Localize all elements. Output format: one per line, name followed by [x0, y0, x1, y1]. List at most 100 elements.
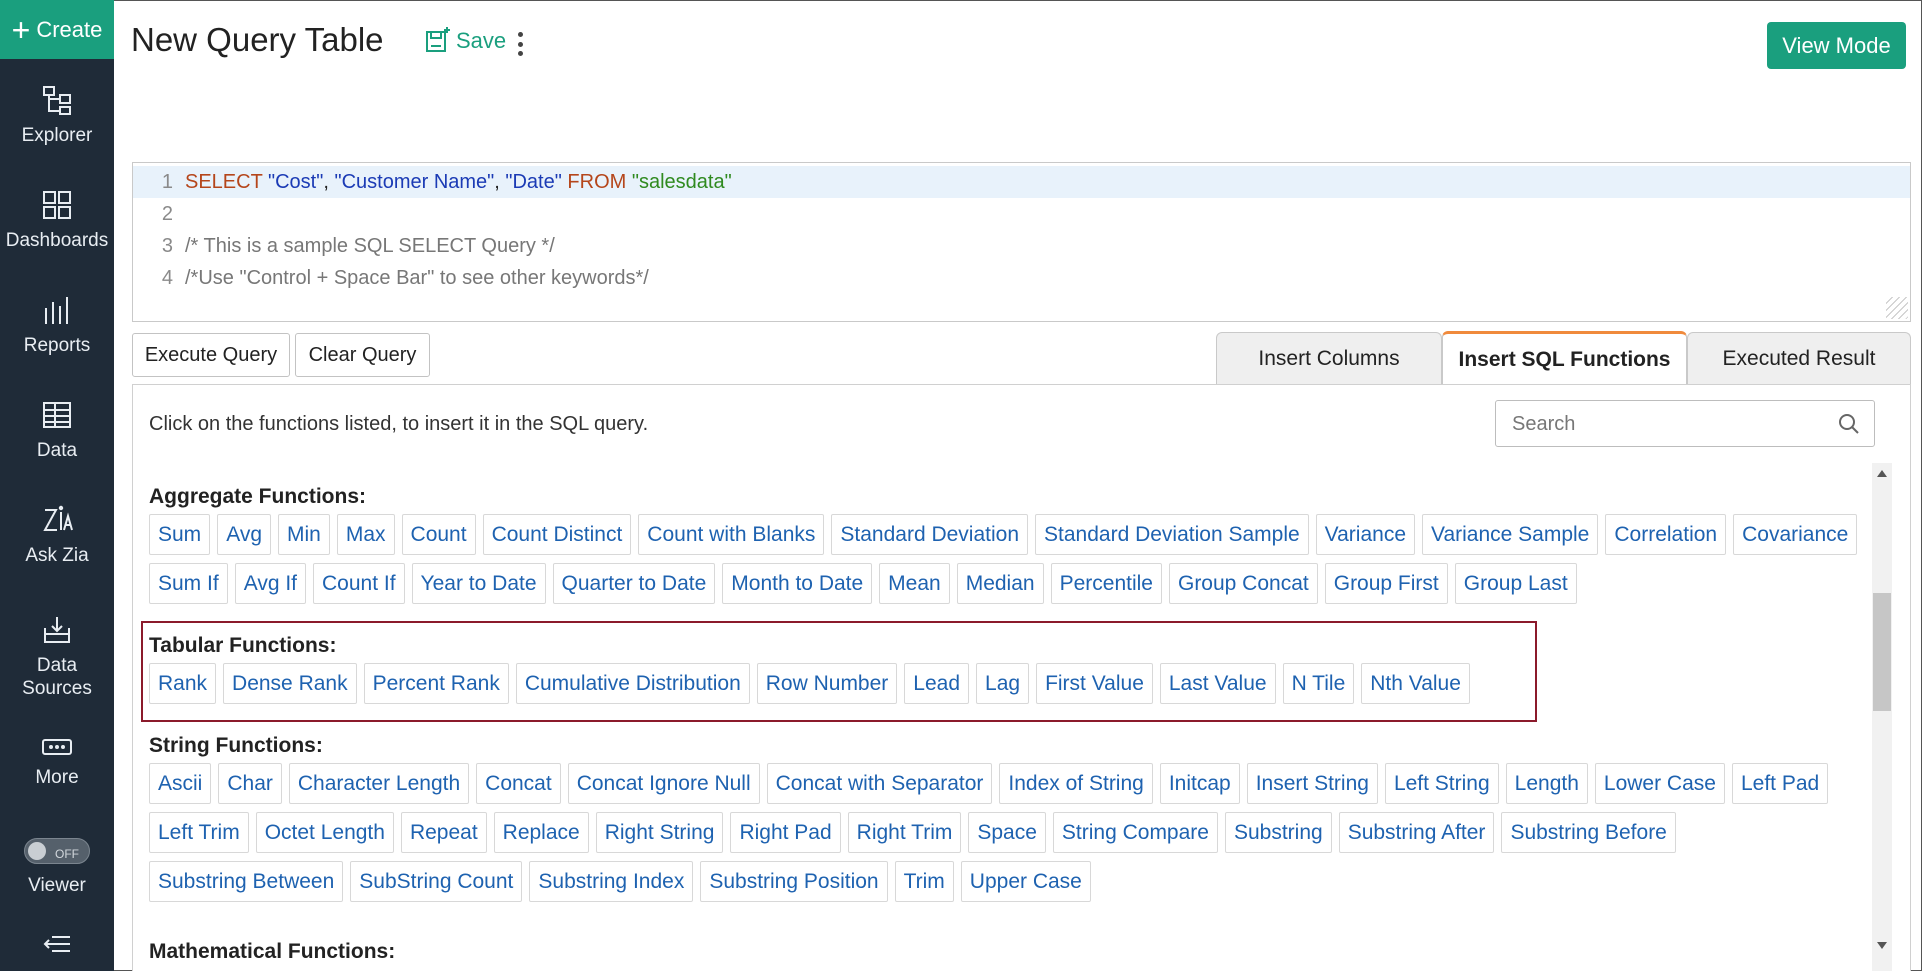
editor-line: 3 /* This is a sample SQL SELECT Query *…	[133, 230, 1910, 262]
function-chip[interactable]: Sum	[149, 514, 211, 555]
function-chip[interactable]: Length	[1505, 763, 1588, 804]
function-chip[interactable]: Covariance	[1733, 514, 1858, 555]
sidebar-item-more[interactable]: More	[0, 736, 114, 789]
function-chip[interactable]: Left Trim	[149, 812, 249, 853]
function-chip[interactable]: Year to Date	[411, 563, 546, 604]
create-button[interactable]: + Create	[0, 0, 114, 59]
function-chip[interactable]: Variance	[1315, 514, 1415, 555]
function-chip[interactable]: Octet Length	[255, 812, 394, 853]
scroll-up-arrow-icon[interactable]	[1877, 470, 1887, 477]
sidebar-item-label: Ask Zia	[25, 545, 89, 566]
toggle-switch[interactable]: OFF	[24, 838, 90, 864]
function-chip[interactable]: Count If	[313, 563, 405, 604]
execute-query-button[interactable]: Execute Query	[132, 333, 290, 377]
function-chip[interactable]: Substring Between	[149, 861, 344, 902]
function-chip[interactable]: Sum If	[149, 563, 228, 604]
tab-insert-columns[interactable]: Insert Columns	[1216, 332, 1442, 385]
function-chip[interactable]: Char	[218, 763, 282, 804]
function-chip[interactable]: Left Pad	[1731, 763, 1829, 804]
viewer-toggle[interactable]: OFF Viewer	[0, 838, 114, 897]
sidebar-item-dashboards[interactable]: Dashboards	[0, 189, 114, 252]
function-chip[interactable]: Mean	[879, 563, 950, 604]
keyword-select: SELECT	[185, 171, 263, 193]
function-chip[interactable]: Right Trim	[847, 812, 962, 853]
function-chip[interactable]: Variance Sample	[1422, 514, 1599, 555]
sidebar-item-explorer[interactable]: Explorer	[0, 84, 114, 147]
function-chip[interactable]: SubString Count	[350, 861, 523, 902]
sidebar-item-label: More	[35, 767, 79, 788]
function-chip[interactable]: Count	[401, 514, 476, 555]
function-chip[interactable]: Avg	[217, 514, 271, 555]
sql-editor[interactable]: 1 SELECT "Cost", "Customer Name", "Date"…	[132, 162, 1911, 322]
function-chip[interactable]: Group Last	[1454, 563, 1577, 604]
function-chip-list: Ascii Char Character Length Concat Concat Ig…	[149, 763, 1859, 902]
function-chip[interactable]: Group First	[1324, 563, 1448, 604]
function-chip[interactable]: Standard Deviation Sample	[1035, 514, 1309, 555]
sidebar-item-label: Reports	[23, 335, 91, 356]
function-chip[interactable]: Concat Ignore Null	[567, 763, 760, 804]
sidebar-item-label: Dashboards	[5, 230, 109, 251]
clear-query-button[interactable]: Clear Query	[295, 333, 430, 377]
create-label: Create	[36, 16, 103, 42]
tab-executed-result[interactable]: Executed Result	[1687, 332, 1911, 385]
function-chip[interactable]: Right String	[595, 812, 724, 853]
search-input[interactable]: Search	[1495, 400, 1875, 447]
editor-line: 2	[133, 198, 1910, 230]
function-chip[interactable]: Left String	[1384, 763, 1499, 804]
function-chip[interactable]: Upper Case	[960, 861, 1091, 902]
group-title: Aggregate Functions:	[149, 485, 367, 508]
function-chip[interactable]: Month to Date	[722, 563, 873, 604]
sidebar-item-reports[interactable]: Reports	[0, 294, 114, 357]
function-chip[interactable]: Replace	[493, 812, 589, 853]
function-chip[interactable]: Ascii	[149, 763, 212, 804]
function-chip[interactable]: Avg If	[234, 563, 306, 604]
function-chip[interactable]: Insert String	[1246, 763, 1378, 804]
line-number: 3	[161, 235, 173, 257]
save-button[interactable]: Save	[424, 26, 506, 54]
view-mode-button[interactable]: View Mode	[1767, 22, 1906, 69]
sidebar-item-data[interactable]: Data	[0, 399, 114, 462]
separator: ,	[494, 171, 506, 193]
editor-line: 4 /*Use "Control + Space Bar" to see oth…	[133, 262, 1910, 294]
function-chip[interactable]: Percentile	[1050, 563, 1162, 604]
function-chip[interactable]: Count with Blanks	[638, 514, 825, 555]
scroll-down-arrow-icon[interactable]	[1877, 942, 1887, 949]
function-chip[interactable]: Group Concat	[1168, 563, 1318, 604]
function-chip[interactable]: Correlation	[1605, 514, 1727, 555]
function-chip[interactable]: Substring	[1224, 812, 1332, 853]
function-chip[interactable]: Concat	[476, 763, 561, 804]
function-chip[interactable]: Substring Position	[700, 861, 888, 902]
function-chip[interactable]: Substring After	[1338, 812, 1495, 853]
function-chip[interactable]: Substring Before	[1501, 812, 1676, 853]
function-chip[interactable]: Initcap	[1159, 763, 1240, 804]
collapse-sidebar-button[interactable]	[0, 934, 114, 962]
function-chip[interactable]: String Compare	[1052, 812, 1218, 853]
function-chip[interactable]: Standard Deviation	[831, 514, 1029, 555]
resize-grip-icon[interactable]	[1886, 297, 1908, 319]
function-chip[interactable]: Character Length	[288, 763, 470, 804]
function-chip[interactable]: Right Pad	[730, 812, 841, 853]
function-chip[interactable]: Concat with Separator	[766, 763, 993, 804]
function-chip[interactable]: Min	[278, 514, 330, 555]
function-chip[interactable]: Quarter to Date	[552, 563, 716, 604]
sidebar-item-label: Data Sources	[22, 655, 92, 699]
scrollbar-track[interactable]	[1872, 463, 1892, 971]
sidebar-item-ask-zia[interactable]: Ask Zia	[0, 504, 114, 567]
panel-hint: Click on the functions listed, to insert…	[149, 413, 649, 435]
toggle-knob	[28, 842, 46, 860]
function-chip[interactable]: Substring Index	[529, 861, 694, 902]
function-chip[interactable]: Trim	[894, 861, 954, 902]
function-chip[interactable]: Max	[336, 514, 395, 555]
page-title: New Query Table	[131, 21, 384, 58]
function-chip[interactable]: Space	[968, 812, 1046, 853]
sidebar-item-data-sources[interactable]: Data Sources	[0, 614, 114, 700]
function-chip[interactable]: Count Distinct	[482, 514, 632, 555]
more-options-icon[interactable]	[512, 28, 528, 60]
scrollbar-thumb[interactable]	[1873, 593, 1891, 711]
function-chip[interactable]: Lower Case	[1594, 763, 1725, 804]
function-chip[interactable]: Index of String	[999, 763, 1153, 804]
table-name: "salesdata"	[631, 171, 732, 193]
function-chip[interactable]: Repeat	[400, 812, 487, 853]
function-chip[interactable]: Median	[956, 563, 1044, 604]
tab-insert-sql-functions[interactable]: Insert SQL Functions	[1442, 331, 1687, 385]
